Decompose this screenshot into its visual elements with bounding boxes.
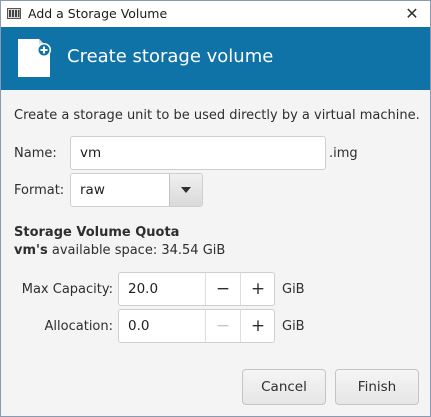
- allocation-decrement-button: −: [205, 310, 240, 342]
- max-capacity-unit: GiB: [282, 282, 305, 297]
- new-file-icon: [18, 39, 51, 77]
- banner-title: Create storage volume: [67, 46, 274, 67]
- minus-icon: −: [215, 316, 231, 336]
- close-icon: ✕: [405, 4, 419, 23]
- header-banner: Create storage volume: [1, 27, 430, 90]
- description-text: Create a storage unit to be used directl…: [14, 108, 420, 123]
- minus-icon: −: [215, 279, 231, 299]
- max-capacity-decrement-button[interactable]: −: [205, 273, 240, 305]
- format-label: Format:: [14, 183, 65, 198]
- window-title: Add a Storage Volume: [28, 6, 168, 21]
- max-capacity-value: 20.0: [128, 281, 159, 297]
- dialog-content: Create a storage unit to be used directl…: [1, 90, 430, 416]
- cancel-button[interactable]: Cancel: [242, 369, 326, 405]
- allocation-increment-button[interactable]: +: [240, 310, 275, 342]
- quota-title: Storage Volume Quota: [14, 225, 180, 240]
- finish-button[interactable]: Finish: [335, 369, 419, 405]
- allocation-unit: GiB: [282, 319, 305, 334]
- allocation-label: Allocation:: [44, 319, 113, 334]
- title-bar: Add a Storage Volume ✕: [1, 1, 430, 27]
- available-space-text: available space: 34.54 GiB: [47, 243, 226, 258]
- add-storage-volume-dialog: Add a Storage Volume ✕ Create storage vo…: [0, 0, 431, 417]
- plus-icon: +: [250, 279, 266, 299]
- allocation-value: 0.0: [128, 318, 150, 334]
- format-dropdown-button[interactable]: [169, 174, 202, 206]
- allocation-spinbox[interactable]: 0.0 − +: [118, 309, 275, 343]
- available-space: vm's available space: 34.54 GiB: [14, 243, 225, 258]
- max-capacity-label: Max Capacity:: [21, 282, 113, 297]
- pool-name: vm's: [14, 243, 48, 258]
- plus-icon: +: [250, 316, 266, 336]
- close-button[interactable]: ✕: [400, 3, 424, 25]
- name-suffix: .img: [329, 146, 358, 161]
- max-capacity-increment-button[interactable]: +: [240, 273, 275, 305]
- name-input[interactable]: vm: [70, 136, 326, 170]
- name-label: Name:: [14, 146, 57, 161]
- chevron-down-icon: [181, 187, 191, 193]
- format-combo[interactable]: raw: [70, 173, 203, 207]
- max-capacity-spinbox[interactable]: 20.0 − +: [118, 272, 275, 306]
- app-icon: [7, 8, 21, 19]
- format-value: raw: [80, 182, 105, 198]
